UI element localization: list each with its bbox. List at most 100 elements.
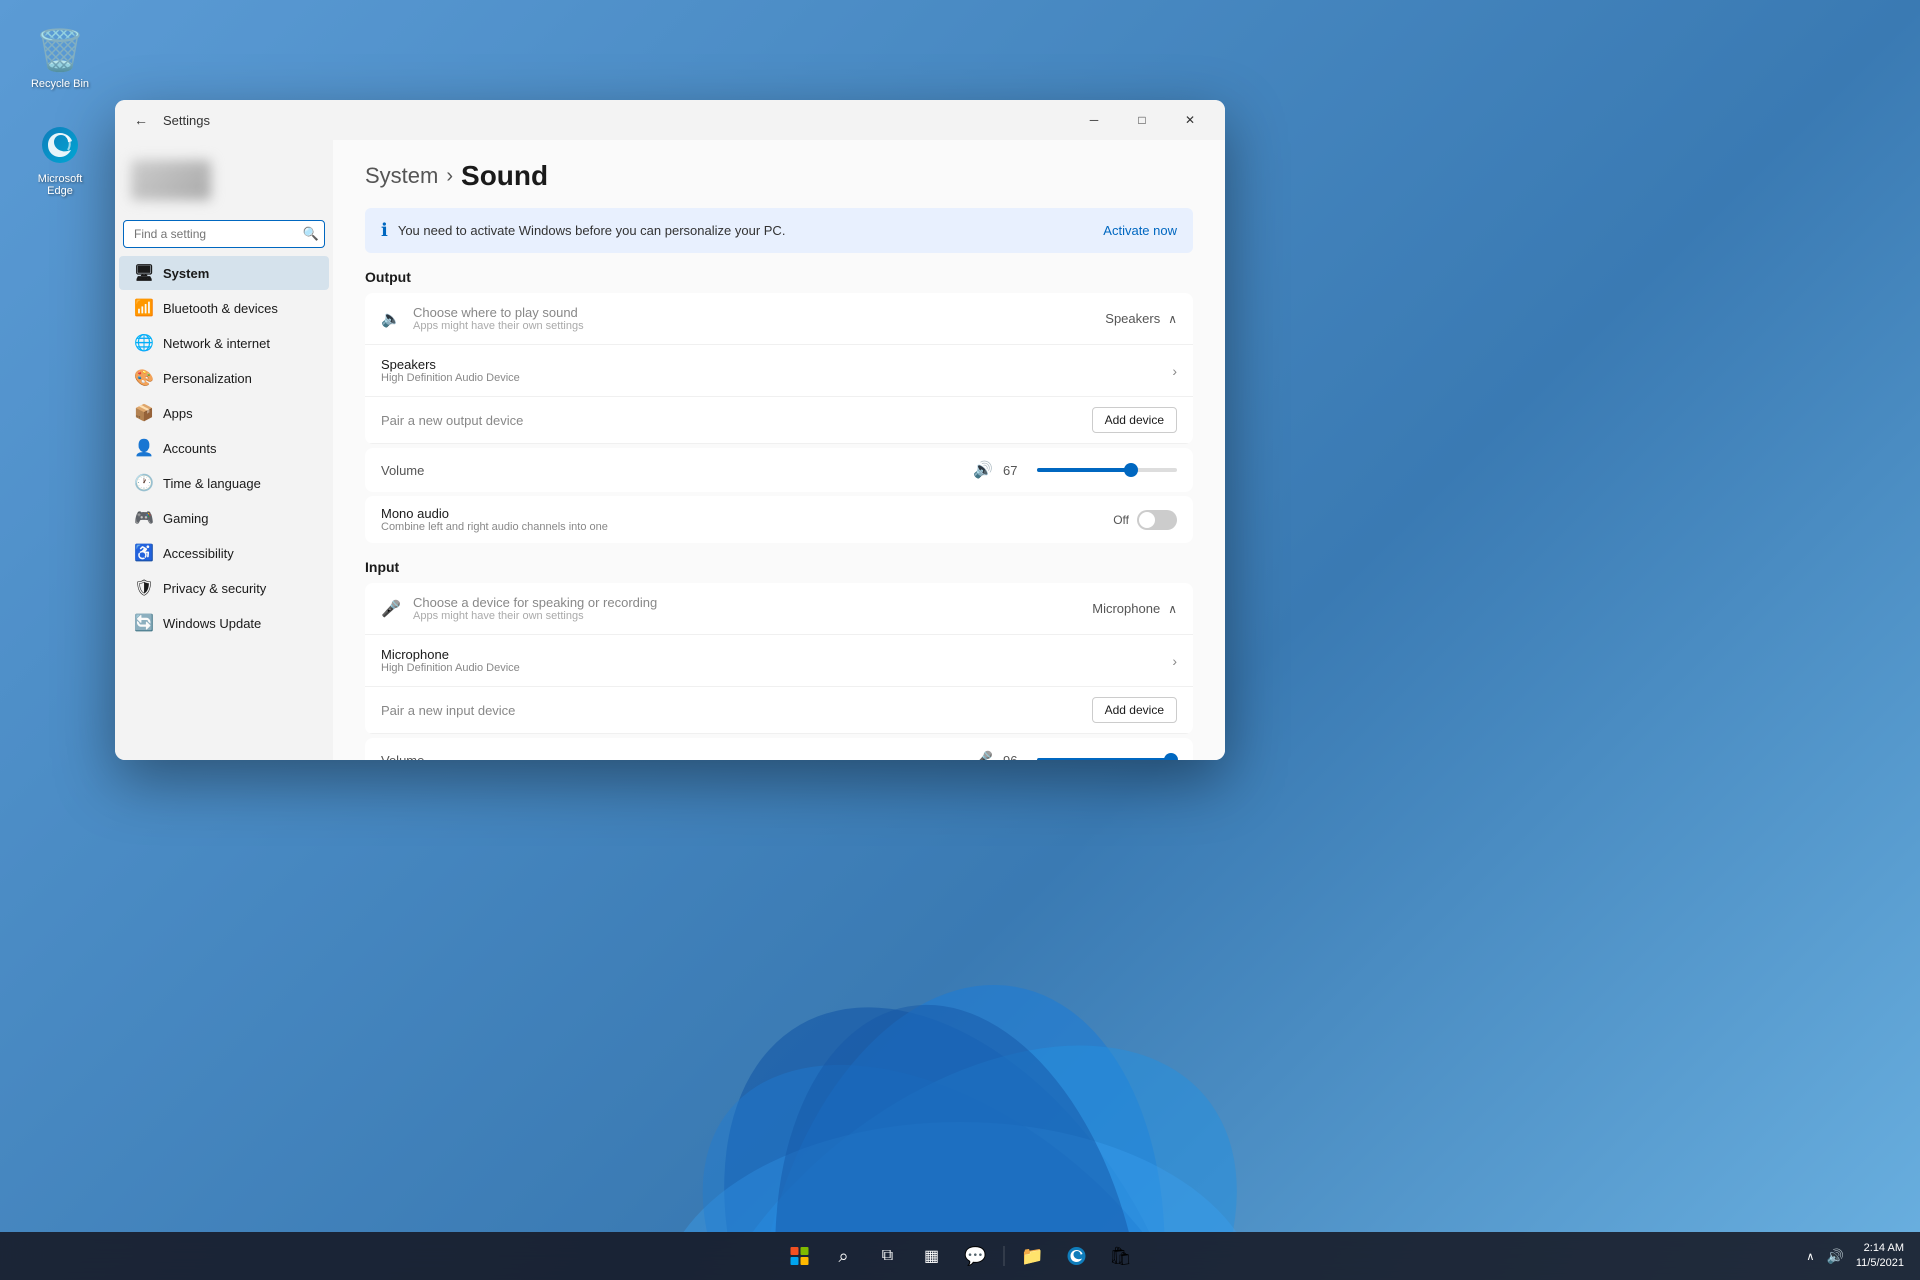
back-button[interactable]: ← [127,106,155,134]
mono-inner: Mono audio Combine left and right audio … [381,506,1177,533]
task-view-button[interactable]: ⧉ [868,1236,908,1276]
sidebar-item-network[interactable]: 🌐 Network & internet [119,326,329,360]
output-choose-chevron[interactable]: ∧ [1168,312,1177,326]
output-choose-text: Choose where to play sound Apps might ha… [413,305,584,332]
user-profile[interactable] [115,148,333,212]
recycle-bin-icon: 🗑️ [36,26,84,74]
speakers-info: Speakers High Definition Audio Device [381,357,1172,384]
maximize-button[interactable]: □ [1119,104,1165,136]
sidebar-item-accounts[interactable]: 👤 Accounts [119,431,329,465]
file-explorer-icon: 📁 [1021,1246,1043,1267]
personalization-icon: 🎨 [135,369,153,387]
content-area: Output 🔈 Choose where to play sound Apps… [333,269,1225,760]
output-volume-number: 67 [1003,463,1027,478]
speakers-device-row[interactable]: Speakers High Definition Audio Device › [365,345,1193,397]
input-volume-number: 96 [1003,753,1027,761]
info-icon: ℹ [381,220,388,241]
recycle-bin-desktop-icon[interactable]: 🗑️ Recycle Bin [20,20,100,96]
input-choose-text: Choose a device for speaking or recordin… [413,595,657,622]
volume-tray-icon[interactable]: 🔊 [1822,1244,1847,1269]
input-volume-icon: 🎤 [973,750,993,760]
input-choose-left: 🎤 Choose a device for speaking or record… [381,595,1092,622]
input-volume-label: Volume [381,753,963,761]
sidebar-item-personalization[interactable]: 🎨 Personalization [119,361,329,395]
sidebar-item-windows-update[interactable]: 🔄 Windows Update [119,606,329,640]
search-icon[interactable]: 🔍 [303,226,319,242]
title-bar-left: ← Settings [127,106,210,134]
breadcrumb-separator: › [446,165,453,188]
accounts-icon: 👤 [135,439,153,457]
mono-toggle[interactable] [1137,510,1177,530]
tray-expand-icon[interactable]: ∧ [1802,1246,1818,1267]
breadcrumb-parent[interactable]: System [365,163,438,189]
input-section: Input 🎤 Choose a device for speaking or … [365,559,1193,760]
mono-audio-row: Mono audio Combine left and right audio … [365,496,1193,543]
input-card: 🎤 Choose a device for speaking or record… [365,583,1193,734]
file-explorer-button[interactable]: 📁 [1013,1236,1053,1276]
close-button[interactable]: ✕ [1167,104,1213,136]
recycle-bin-label: Recycle Bin [31,78,89,90]
search-input[interactable] [123,220,325,248]
input-choose-right: Microphone ∧ [1092,601,1177,616]
main-content: System › Sound ℹ You need to activate Wi… [333,140,1225,760]
sidebar-item-label: Network & internet [163,336,270,351]
taskbar-search-button[interactable]: ⌕ [824,1236,864,1276]
mono-toggle-thumb [1139,512,1155,528]
sidebar-item-system[interactable]: 🖥 System [119,256,329,290]
sidebar-item-label: Bluetooth & devices [163,301,278,316]
output-volume-slider[interactable] [1037,468,1177,472]
sidebar: 🔍 🖥 System 📶 Bluetooth & devices 🌐 Netwo… [115,140,333,760]
input-choose-row: 🎤 Choose a device for speaking or record… [365,583,1193,635]
sidebar-item-apps[interactable]: 📦 Apps [119,396,329,430]
input-device-value: Microphone [1092,601,1160,616]
sidebar-item-accessibility[interactable]: ♿ Accessibility [119,536,329,570]
sidebar-item-gaming[interactable]: 🎮 Gaming [119,501,329,535]
privacy-icon: 🛡 [135,579,153,597]
mono-state-label: Off [1113,513,1129,527]
microphone-chevron-icon: › [1172,653,1177,669]
window-title: Settings [163,113,210,128]
output-volume-thumb[interactable] [1124,463,1138,477]
avatar [131,160,211,200]
minimize-button[interactable]: ─ [1071,104,1117,136]
window-body: 🔍 🖥 System 📶 Bluetooth & devices 🌐 Netwo… [115,140,1225,760]
activation-notice: ℹ You need to activate Windows before yo… [365,208,1193,253]
sidebar-item-bluetooth[interactable]: 📶 Bluetooth & devices [119,291,329,325]
input-volume-thumb[interactable] [1164,753,1178,760]
chat-button[interactable]: 💬 [956,1236,996,1276]
gaming-icon: 🎮 [135,509,153,527]
add-output-device-button[interactable]: Add device [1092,407,1177,433]
edge-taskbar-icon [1067,1246,1087,1266]
system-icon: 🖥 [135,264,153,282]
sidebar-item-time[interactable]: 🕐 Time & language [119,466,329,500]
sidebar-item-privacy[interactable]: 🛡 Privacy & security [119,571,329,605]
taskbar-center: ⌕ ⧉ ▦ 💬 📁 [780,1236,1141,1276]
apps-icon: 📦 [135,404,153,422]
input-choose-chevron[interactable]: ∧ [1168,602,1177,616]
edge-desktop-icon[interactable]: Microsoft Edge [20,115,100,203]
widgets-button[interactable]: ▦ [912,1236,952,1276]
input-volume-slider[interactable] [1037,758,1177,760]
output-volume-fill [1037,468,1131,472]
windows-logo-icon [791,1247,809,1265]
add-input-device-button[interactable]: Add device [1092,697,1177,723]
output-section-title: Output [365,269,1193,285]
microphone-device-row[interactable]: Microphone High Definition Audio Device … [365,635,1193,687]
wallpaper-flower [0,882,1920,1232]
input-volume-card: Volume 🎤 96 [365,738,1193,760]
output-choose-title: Choose where to play sound [413,305,584,320]
pair-output-row: Pair a new output device Add device [365,397,1193,444]
clock[interactable]: 2:14 AM 11/5/2021 [1856,1241,1904,1272]
output-volume-row: Volume 🔊 67 [365,448,1193,492]
sidebar-item-label: Privacy & security [163,581,266,596]
edge-taskbar-button[interactable] [1057,1236,1097,1276]
sidebar-item-label: Personalization [163,371,252,386]
start-button[interactable] [780,1236,820,1276]
store-button[interactable]: 🛍 [1101,1236,1141,1276]
sidebar-item-label: Time & language [163,476,261,491]
activate-now-link[interactable]: Activate now [1103,223,1177,238]
activation-left: ℹ You need to activate Windows before yo… [381,220,785,241]
mono-audio-card: Mono audio Combine left and right audio … [365,496,1193,543]
speakers-name: Speakers [381,357,1172,372]
mono-text: Mono audio Combine left and right audio … [381,506,1113,533]
